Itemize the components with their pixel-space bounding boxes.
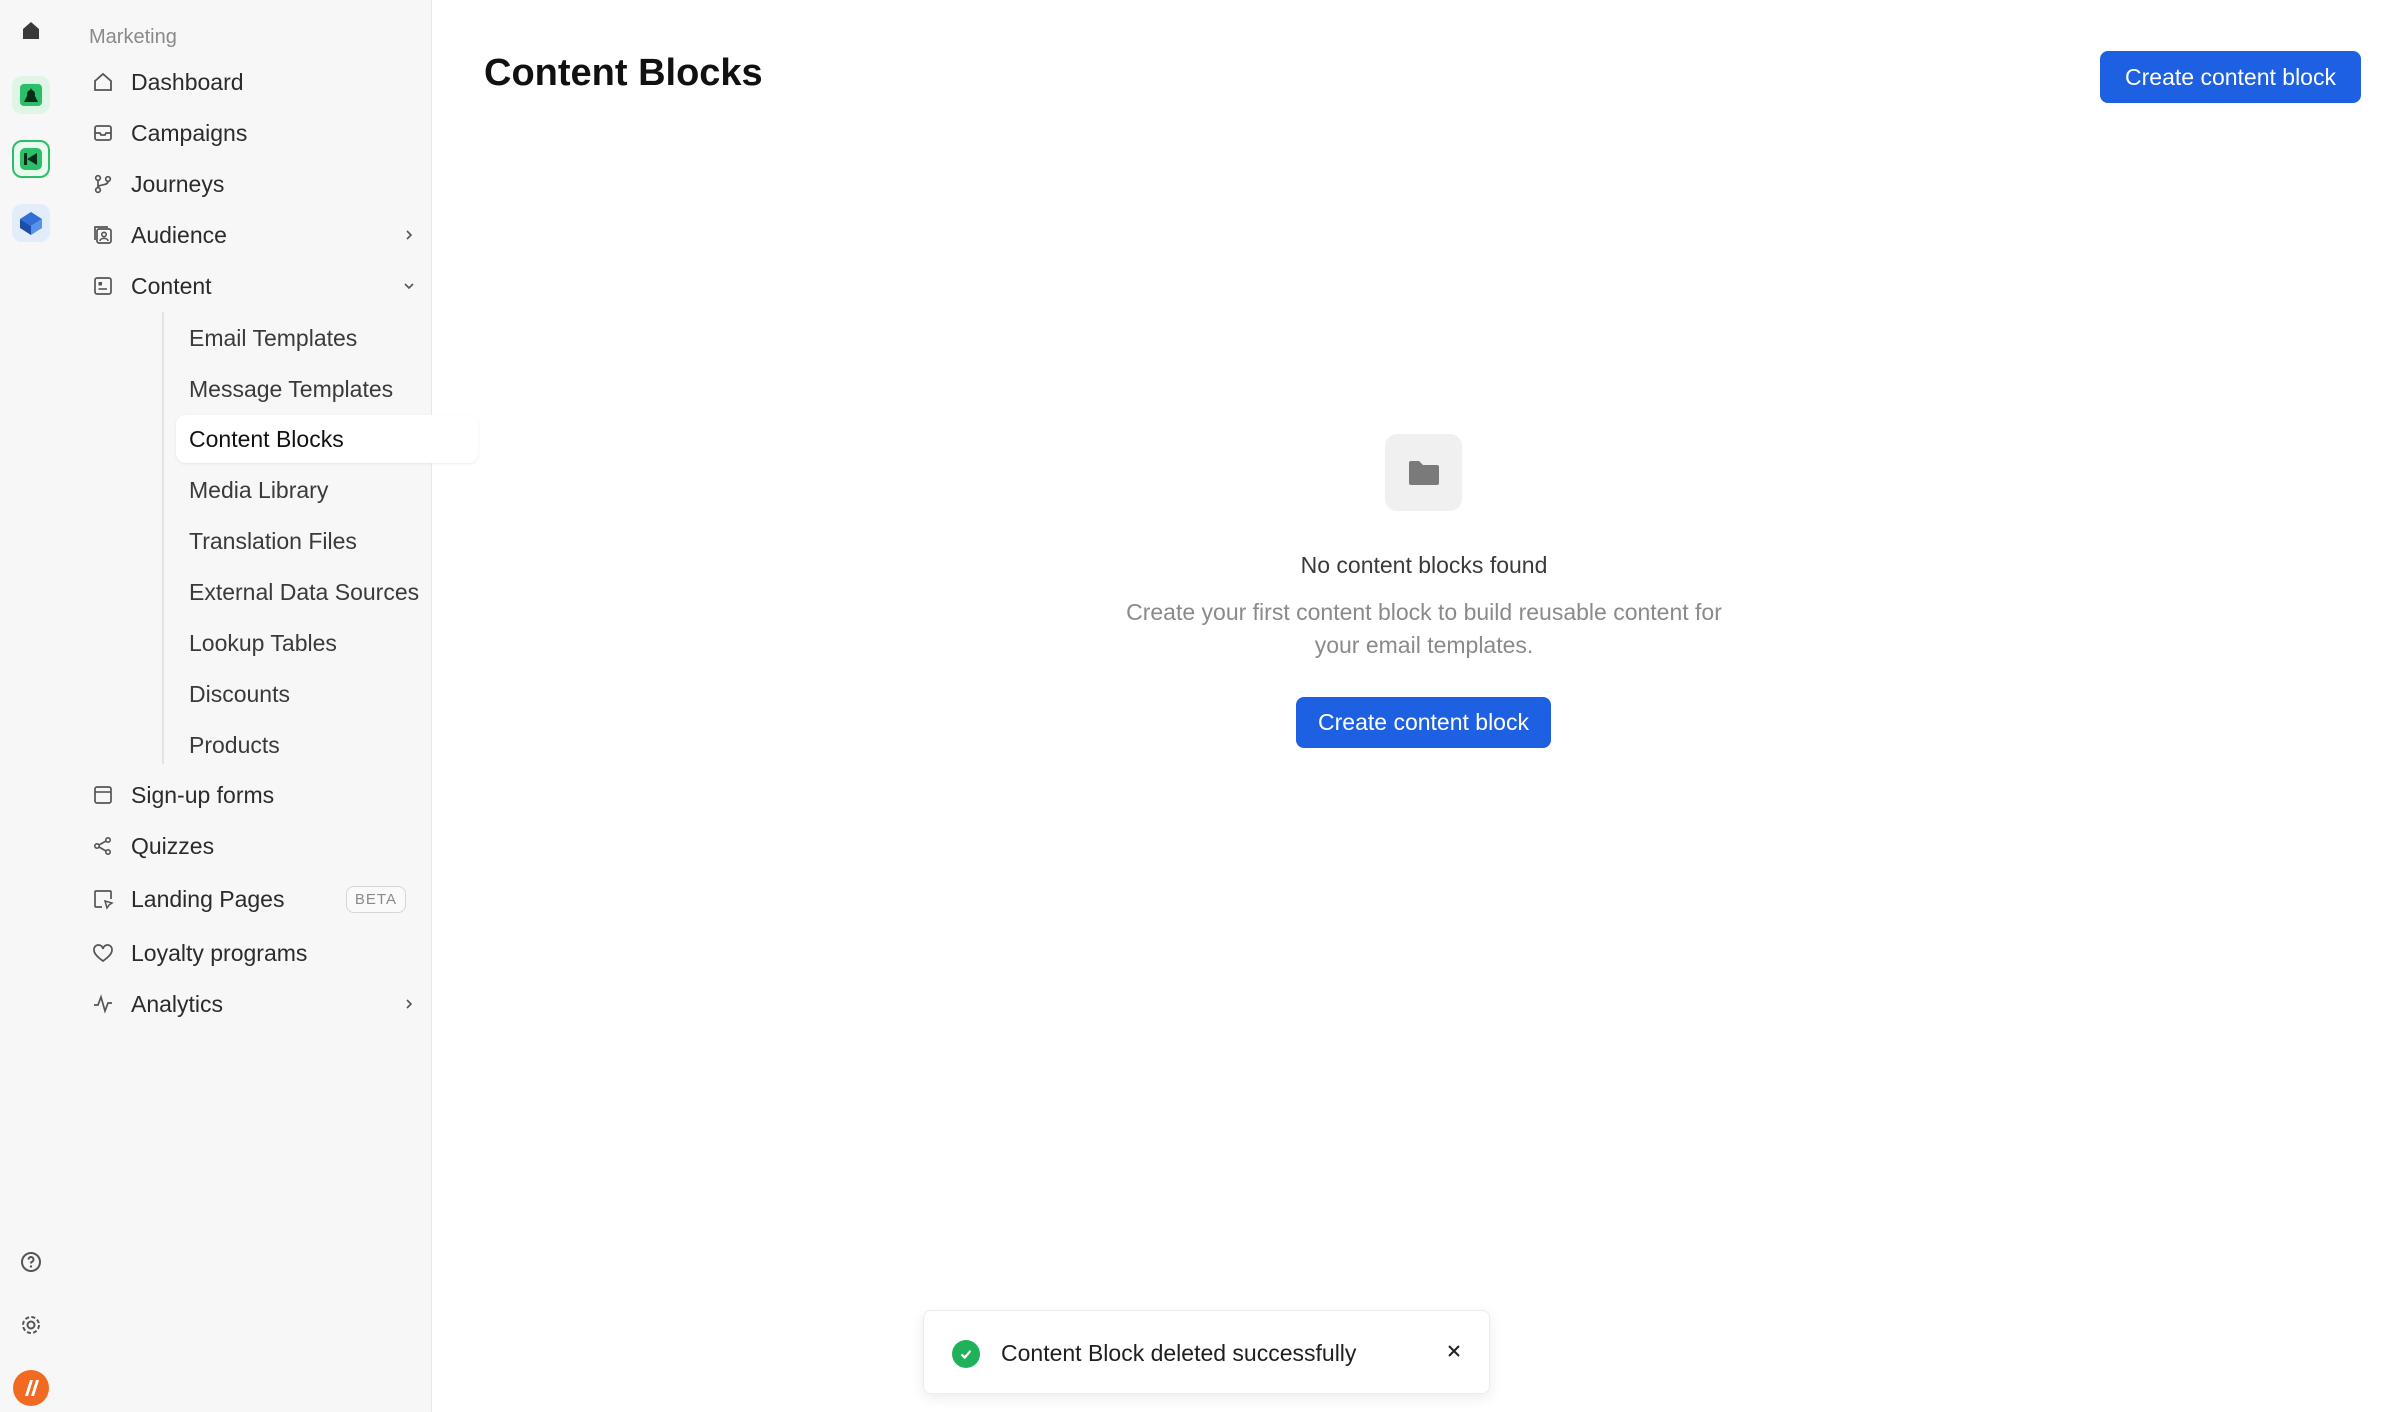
branch-icon — [89, 170, 117, 198]
chevron-right-icon — [398, 993, 420, 1015]
app-switch-icon-3[interactable] — [12, 204, 50, 242]
empty-state-title: No content blocks found — [1300, 552, 1548, 578]
sidebar-subitem-email-templates[interactable]: Email Templates — [176, 314, 478, 362]
sidebar-item-label: Content — [131, 272, 212, 299]
sidebar-subitem-label: Products — [189, 731, 280, 758]
sidebar-item-quizzes[interactable]: Quizzes — [82, 823, 434, 869]
sidebar-subitem-media-library[interactable]: Media Library — [176, 466, 478, 514]
sidebar-subitem-label: External Data Sources — [189, 578, 420, 605]
sidebar-item-label: Sign-up forms — [131, 781, 275, 808]
submenu-guide — [162, 312, 164, 764]
sidebar-subitem-content-blocks[interactable]: Content Blocks — [176, 415, 478, 463]
sidebar-item-sign-up-forms[interactable]: Sign-up forms — [82, 772, 434, 818]
toast-message: Content Block deleted successfully — [1001, 1340, 1357, 1366]
form-icon — [89, 781, 117, 809]
close-icon[interactable] — [1442, 1339, 1466, 1363]
sidebar-subitem-label: Content Blocks — [189, 425, 344, 452]
sidebar-item-campaigns[interactable]: Campaigns — [82, 110, 434, 156]
sidebar-subitem-label: Discounts — [189, 680, 290, 707]
sidebar-item-journeys[interactable]: Journeys — [82, 161, 434, 207]
inbox-icon — [89, 119, 117, 147]
chevron-right-icon — [398, 224, 420, 246]
toast-notification: Content Block deleted successfully — [923, 1310, 1490, 1394]
sidebar-subitem-label: Media Library — [189, 476, 329, 503]
empty-state-description: Create your first content block to build… — [1126, 599, 1722, 658]
audience-icon — [89, 221, 117, 249]
sidebar-item-label: Quizzes — [131, 832, 215, 859]
settings-icon[interactable] — [12, 1306, 50, 1344]
create-content-block-button[interactable]: Create content block — [2100, 51, 2361, 103]
empty-state-create-button[interactable]: Create content block — [1296, 697, 1551, 748]
beta-badge: BETA — [345, 886, 406, 913]
heart-icon — [89, 939, 117, 967]
user-avatar[interactable] — [12, 1369, 50, 1407]
app-switch-icon-1[interactable] — [12, 76, 50, 114]
folder-icon — [1385, 434, 1462, 511]
sidebar-item-label: Audience — [131, 221, 227, 248]
home-app-icon[interactable] — [12, 12, 50, 50]
app: Marketing Dashboard Campaigns Journeys A… — [0, 0, 2400, 1412]
landing-icon — [89, 885, 117, 913]
sidebar-item-label: Dashboard — [131, 68, 244, 95]
sidebar-item-label: Analytics — [131, 990, 224, 1017]
sidebar-item-label: Campaigns — [131, 119, 248, 146]
sidebar-subitem-lookup-tables[interactable]: Lookup Tables — [176, 619, 478, 667]
content-icon — [89, 272, 117, 300]
sidebar-item-label: Loyalty programs — [131, 939, 308, 966]
sidebar-item-dashboard[interactable]: Dashboard — [82, 59, 434, 105]
chevron-down-icon — [398, 275, 420, 297]
page-title: Content Blocks — [484, 52, 763, 94]
home-icon — [89, 68, 117, 96]
app-switch-icon-2[interactable] — [12, 140, 50, 178]
sidebar-subitem-translation-files[interactable]: Translation Files — [176, 517, 478, 565]
help-icon[interactable] — [12, 1243, 50, 1281]
sidebar-item-analytics[interactable]: Analytics — [82, 981, 434, 1027]
quiz-icon — [89, 832, 117, 860]
activity-icon — [89, 990, 117, 1018]
sidebar-subitem-label: Email Templates — [189, 324, 358, 351]
sidebar-subitem-label: Lookup Tables — [189, 629, 337, 656]
sidebar-item-landing-pages[interactable]: Landing Pages BETA — [82, 876, 434, 922]
section-label: Marketing — [89, 26, 177, 48]
sidebar-subitem-label: Message Templates — [189, 375, 394, 402]
sidebar-subitem-products[interactable]: Products — [176, 721, 478, 769]
success-check-icon — [952, 1340, 980, 1368]
sidebar-item-loyalty-programs[interactable]: Loyalty programs — [82, 930, 434, 976]
sidebar-item-content[interactable]: Content — [82, 263, 434, 309]
sidebar-item-audience[interactable]: Audience — [82, 212, 434, 258]
sidebar-item-label: Journeys — [131, 170, 225, 197]
nav-sidebar: Marketing Dashboard Campaigns Journeys A… — [62, 0, 478, 1412]
sidebar-subitem-message-templates[interactable]: Message Templates — [176, 365, 478, 413]
sidebar-item-label: Landing Pages — [131, 885, 285, 912]
app-rail — [0, 0, 62, 1412]
sidebar-subitem-label: Translation Files — [189, 527, 357, 554]
sidebar-subitem-external-data-sources[interactable]: External Data Sources — [176, 568, 478, 616]
sidebar-subitem-discounts[interactable]: Discounts — [176, 670, 478, 718]
